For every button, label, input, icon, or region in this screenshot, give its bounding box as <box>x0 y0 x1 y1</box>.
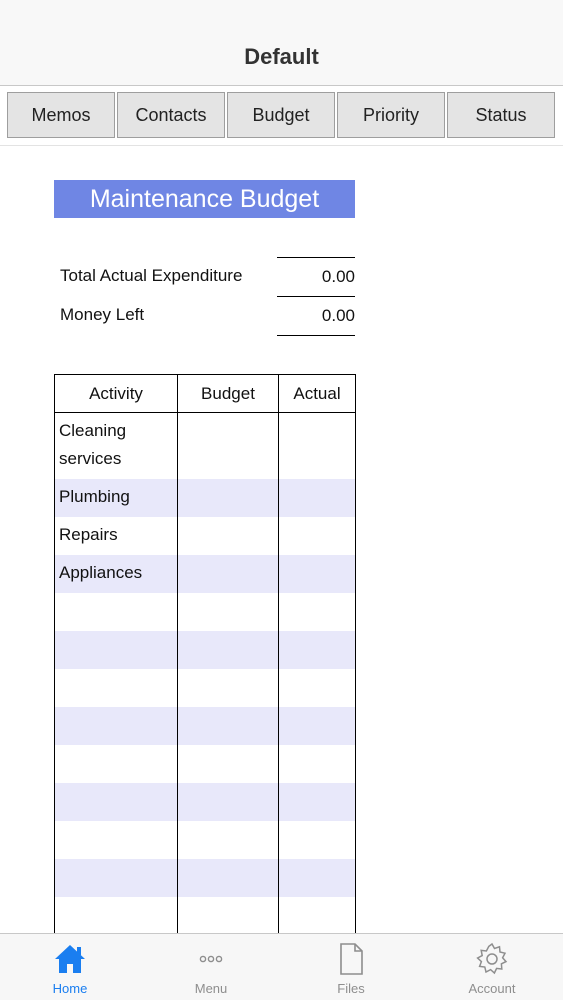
budget-cell[interactable] <box>178 783 279 821</box>
total-expenditure-value: 0.00 <box>277 257 355 296</box>
file-icon <box>340 943 363 975</box>
actual-cell[interactable] <box>279 555 355 593</box>
table-row[interactable] <box>55 631 355 669</box>
activity-cell[interactable]: Plumbing <box>55 479 178 517</box>
tabbar-item-menu[interactable]: Menu <box>141 934 281 1001</box>
activity-cell[interactable] <box>55 669 178 707</box>
actual-cell[interactable] <box>279 517 355 555</box>
actual-cell[interactable] <box>279 783 355 821</box>
tabbar-label-menu: Menu <box>194 981 228 996</box>
table-row[interactable] <box>55 821 355 859</box>
activity-cell[interactable] <box>55 593 178 631</box>
budget-cell[interactable] <box>178 555 279 593</box>
actual-cell[interactable] <box>279 413 355 479</box>
page-title: Default <box>244 44 319 69</box>
activity-cell[interactable] <box>55 745 178 783</box>
table-row[interactable] <box>55 593 355 631</box>
tabbar-label-account: Account <box>468 981 516 996</box>
column-header-actual: Actual <box>293 384 341 403</box>
budget-cell[interactable] <box>178 707 279 745</box>
navigation-bar: Default <box>0 0 563 86</box>
tab-memos[interactable]: Memos <box>7 92 115 138</box>
table-row[interactable] <box>55 783 355 821</box>
table-body: Cleaning services Plumbing Repairs Appli… <box>54 413 356 933</box>
activity-cell[interactable]: Appliances <box>55 555 178 593</box>
home-icon <box>55 945 85 973</box>
total-expenditure-label: Total Actual Expenditure <box>60 266 243 285</box>
table-row[interactable] <box>55 897 355 933</box>
segmented-tabs: Memos Contacts Budget Priority Status <box>0 86 563 146</box>
budget-cell[interactable] <box>178 745 279 783</box>
table-row[interactable]: Cleaning services <box>55 413 355 479</box>
tabbar-label-home: Home <box>52 981 88 996</box>
more-icon <box>199 955 223 963</box>
actual-cell[interactable] <box>279 479 355 517</box>
tabbar-item-files[interactable]: Files <box>281 934 421 1001</box>
actual-cell[interactable] <box>279 669 355 707</box>
gear-icon <box>476 942 508 975</box>
bottom-tab-bar: Home Menu Files Account <box>0 933 563 1000</box>
tabbar-item-home[interactable]: Home <box>0 934 140 1001</box>
budget-title: Maintenance Budget <box>54 180 355 218</box>
table-row[interactable]: Repairs <box>55 517 355 555</box>
budget-sheet[interactable]: Maintenance Budget Total Actual Expendit… <box>0 147 563 933</box>
budget-cell[interactable] <box>178 593 279 631</box>
tab-status[interactable]: Status <box>447 92 555 138</box>
budget-cell[interactable] <box>178 897 279 933</box>
activity-cell[interactable]: Repairs <box>55 517 178 555</box>
activity-cell[interactable] <box>55 859 178 897</box>
table-row[interactable]: Appliances <box>55 555 355 593</box>
table-row[interactable] <box>55 669 355 707</box>
table-row[interactable] <box>55 707 355 745</box>
activity-cell[interactable] <box>55 897 178 933</box>
budget-cell[interactable] <box>178 413 279 479</box>
actual-cell[interactable] <box>279 897 355 933</box>
table-row[interactable]: Plumbing <box>55 479 355 517</box>
tabbar-item-account[interactable]: Account <box>422 934 562 1001</box>
budget-cell[interactable] <box>178 859 279 897</box>
tab-priority[interactable]: Priority <box>337 92 445 138</box>
activity-cell[interactable] <box>55 821 178 859</box>
budget-cell[interactable] <box>178 631 279 669</box>
summary-divider <box>277 335 355 336</box>
column-header-budget: Budget <box>178 375 279 412</box>
budget-cell[interactable] <box>178 479 279 517</box>
activity-cell[interactable]: Cleaning services <box>55 413 178 479</box>
actual-cell[interactable] <box>279 821 355 859</box>
actual-cell[interactable] <box>279 631 355 669</box>
money-left-value: 0.00 <box>277 296 355 335</box>
budget-cell[interactable] <box>178 517 279 555</box>
actual-cell[interactable] <box>279 707 355 745</box>
actual-cell[interactable] <box>279 593 355 631</box>
activity-cell[interactable] <box>55 783 178 821</box>
activity-cell[interactable] <box>55 631 178 669</box>
actual-cell[interactable] <box>279 745 355 783</box>
table-header-row: Activity Budget Actual <box>54 374 356 413</box>
activity-cell[interactable] <box>55 707 178 745</box>
actual-cell[interactable] <box>279 859 355 897</box>
budget-cell[interactable] <box>178 821 279 859</box>
activity-table: Activity Budget Actual Cleaning services… <box>54 374 356 933</box>
tabbar-label-files: Files <box>337 981 365 996</box>
budget-cell[interactable] <box>178 669 279 707</box>
table-row[interactable] <box>55 859 355 897</box>
table-row[interactable] <box>55 745 355 783</box>
tab-contacts[interactable]: Contacts <box>117 92 225 138</box>
money-left-label: Money Left <box>60 305 145 324</box>
column-header-activity: Activity <box>55 375 178 412</box>
tab-budget[interactable]: Budget <box>227 92 335 138</box>
